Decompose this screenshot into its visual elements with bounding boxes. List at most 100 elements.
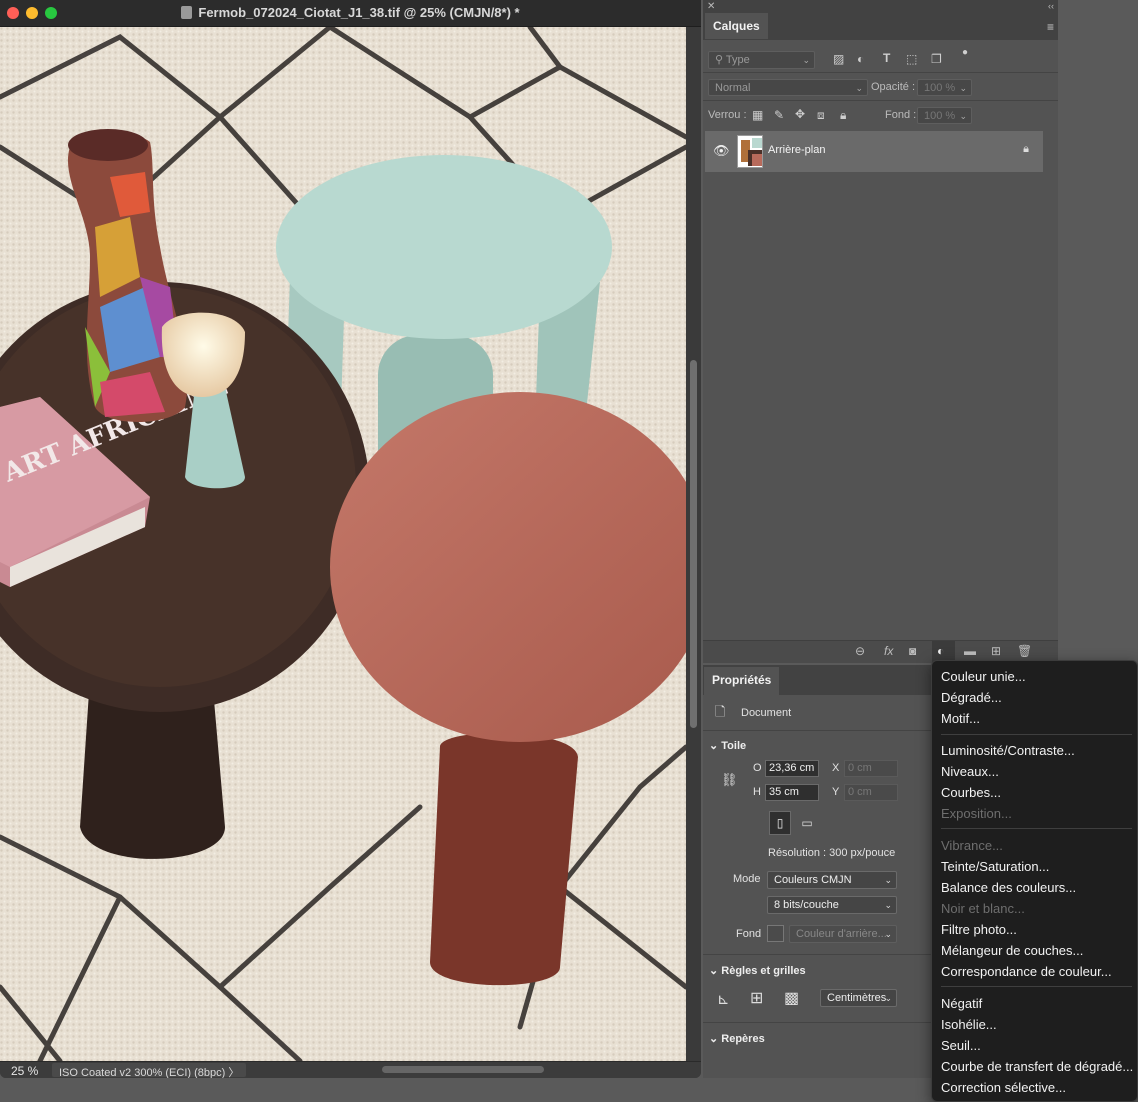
- x-input[interactable]: 0 cm: [844, 760, 898, 777]
- blend-mode-select[interactable]: Normal ⌄: [708, 79, 868, 96]
- menu-item-solid-color[interactable]: Couleur unie...: [941, 669, 1026, 684]
- visibility-eye-icon[interactable]: 👁︎: [713, 143, 730, 159]
- ruler-icon[interactable]: ⊾: [717, 990, 730, 1008]
- lock-label: Verrou :: [708, 109, 747, 121]
- fill-label: Fond: [736, 928, 762, 940]
- layers-panel: ✕ ‹‹ Calques ≡ ⚲ Type ⌄ ▨ ◐ T ⬚ ❐ ● Norma…: [703, 0, 1058, 664]
- menu-item-posterize[interactable]: Isohélie...: [941, 1017, 997, 1032]
- chevron-right-icon: 〉: [228, 1067, 240, 1078]
- menu-item-gradient[interactable]: Dégradé...: [941, 690, 1002, 705]
- height-label: H: [753, 786, 761, 798]
- menu-item-color-lookup[interactable]: Correspondance de couleur...: [941, 964, 1112, 979]
- menu-item-color-balance[interactable]: Balance des couleurs...: [941, 880, 1076, 895]
- canvas-section-header[interactable]: ⌄ Toile: [709, 739, 746, 752]
- color-mode-select[interactable]: Couleurs CMJN ⌄: [767, 871, 897, 889]
- menu-item-gradient-map[interactable]: Courbe de transfert de dégradé...: [941, 1059, 1133, 1074]
- layer-filter-select[interactable]: ⚲ Type ⌄: [708, 51, 815, 69]
- document-window: Fermob_072024_Ciotat_J1_38.tif @ 25% (CM…: [0, 0, 701, 1078]
- lock-all-icon[interactable]: 🔒︎: [840, 108, 846, 123]
- x-label: X: [832, 762, 840, 774]
- color-profile-button[interactable]: ISO Coated v2 300% (ECI) (8bpc) 〉: [52, 1063, 247, 1078]
- layer-style-fx-icon[interactable]: fx: [884, 644, 893, 658]
- document-file-icon: [181, 6, 193, 19]
- horizontal-scroll-thumb[interactable]: [382, 1066, 544, 1073]
- image-canvas[interactable]: ART AFRICAINE: [0, 27, 686, 1061]
- type-layer-filter-icon[interactable]: T: [883, 51, 890, 65]
- menu-item-pattern[interactable]: Motif...: [941, 711, 980, 726]
- ruler-units-select[interactable]: Centimètres ⌄: [820, 989, 897, 1007]
- height-input[interactable]: 35 cm: [765, 784, 819, 801]
- tab-layers[interactable]: Calques: [705, 13, 768, 39]
- zoom-level[interactable]: 25 %: [11, 1064, 38, 1078]
- new-layer-icon[interactable]: ⊞: [991, 644, 1001, 658]
- pixel-layer-filter-icon[interactable]: ▨: [833, 52, 844, 66]
- chevron-down-icon: ⌄: [959, 83, 967, 93]
- status-bar: 25 % ISO Coated v2 300% (ECI) (8bpc) 〉: [0, 1061, 701, 1078]
- menu-item-invert[interactable]: Négatif: [941, 996, 982, 1011]
- chevron-down-icon: ⌄: [884, 900, 892, 910]
- smart-object-filter-icon[interactable]: ❐: [931, 52, 942, 66]
- layers-tabbar: ✕ ‹‹ Calques ≡: [703, 0, 1058, 40]
- rulers-section-header[interactable]: ⌄ Règles et grilles: [709, 964, 806, 977]
- adjustment-layer-icon: ◐: [937, 644, 945, 658]
- pixel-grid-icon[interactable]: ▩: [784, 988, 799, 1008]
- properties-type-label: Document: [741, 707, 792, 719]
- menu-item-channel-mixer[interactable]: Mélangeur de couches...: [941, 943, 1083, 958]
- portrait-orientation-button[interactable]: ▯: [769, 811, 791, 835]
- lock-transparent-icon[interactable]: ▦: [752, 108, 763, 122]
- close-panel-icon[interactable]: ✕: [707, 1, 715, 12]
- product-photo: ART AFRICAINE: [0, 27, 686, 1061]
- lock-pixels-icon[interactable]: ✎: [774, 108, 784, 122]
- guides-section-header[interactable]: ⌄ Repères: [709, 1032, 765, 1045]
- properties-panel: Propriétés 🗋︎ Document ⌄ Toile ⛓︎ O 23,3…: [703, 665, 933, 1078]
- document-title: Fermob_072024_Ciotat_J1_38.tif @ 25% (CM…: [0, 5, 701, 20]
- chevron-down-icon: ⌄: [959, 111, 967, 121]
- lock-artboard-icon[interactable]: ⧈: [817, 108, 825, 123]
- document-icon: 🗋︎: [715, 704, 726, 719]
- layer-name[interactable]: Arrière-plan: [768, 144, 825, 156]
- fill-field[interactable]: 100 % ⌄: [917, 107, 972, 124]
- fill-select[interactable]: Couleur d'arrière... ⌄: [789, 925, 897, 943]
- menu-item-black-white: Noir et blanc...: [941, 901, 1025, 916]
- menu-item-selective-color[interactable]: Correction sélective...: [941, 1080, 1066, 1095]
- shape-layer-filter-icon[interactable]: ⬚: [906, 52, 917, 66]
- menu-item-hue-saturation[interactable]: Teinte/Saturation...: [941, 859, 1049, 874]
- link-layers-icon[interactable]: ⊖: [855, 644, 865, 658]
- y-label: Y: [832, 786, 840, 798]
- tab-properties[interactable]: Propriétés: [704, 667, 780, 695]
- collapse-panel-icon[interactable]: ‹‹: [1048, 1, 1054, 11]
- menu-item-levels[interactable]: Niveaux...: [941, 764, 999, 779]
- opacity-field[interactable]: 100 % ⌄: [917, 79, 972, 96]
- document-titlebar: Fermob_072024_Ciotat_J1_38.tif @ 25% (CM…: [0, 0, 701, 27]
- adjustment-layer-filter-icon[interactable]: ◐: [857, 52, 864, 66]
- layer-lock-icon[interactable]: 🔒︎: [1023, 143, 1029, 156]
- grid-icon[interactable]: ⊞: [750, 988, 763, 1008]
- menu-item-exposure: Exposition...: [941, 806, 1012, 821]
- fill-label: Fond :: [885, 109, 917, 121]
- landscape-orientation-button[interactable]: ▭: [797, 814, 817, 832]
- add-mask-icon[interactable]: ◙: [909, 644, 916, 658]
- width-label: O: [753, 762, 762, 774]
- menu-item-curves[interactable]: Courbes...: [941, 785, 1001, 800]
- filter-toggle-icon[interactable]: ●: [962, 47, 968, 58]
- panel-menu-icon[interactable]: ≡: [1047, 20, 1054, 34]
- adjustment-layer-menu: Couleur unie... Dégradé... Motif... Lumi…: [931, 660, 1138, 1102]
- chevron-down-icon: ⌄: [884, 993, 892, 1003]
- chevron-down-icon: ⌄: [802, 55, 810, 65]
- link-dimensions-icon[interactable]: ⛓︎: [721, 772, 738, 788]
- vertical-scroll-thumb[interactable]: [690, 360, 697, 728]
- chevron-down-icon: ⌄: [884, 875, 892, 885]
- layer-row[interactable]: 👁︎ Arrière-plan 🔒︎: [705, 131, 1043, 172]
- delete-layer-trash-icon[interactable]: 🗑︎: [1017, 644, 1032, 658]
- fill-color-swatch[interactable]: [767, 925, 784, 942]
- y-input[interactable]: 0 cm: [844, 784, 898, 801]
- menu-item-photo-filter[interactable]: Filtre photo...: [941, 922, 1017, 937]
- menu-item-threshold[interactable]: Seuil...: [941, 1038, 981, 1053]
- lock-position-icon[interactable]: ✥: [795, 107, 805, 121]
- bit-depth-select[interactable]: 8 bits/couche ⌄: [767, 896, 897, 914]
- properties-tabbar: Propriétés: [703, 665, 933, 695]
- new-group-folder-icon[interactable]: ▬: [964, 644, 976, 658]
- width-input[interactable]: 23,36 cm: [765, 760, 819, 777]
- menu-item-brightness-contrast[interactable]: Luminosité/Contraste...: [941, 743, 1075, 758]
- chevron-down-icon: ⌄: [855, 83, 863, 93]
